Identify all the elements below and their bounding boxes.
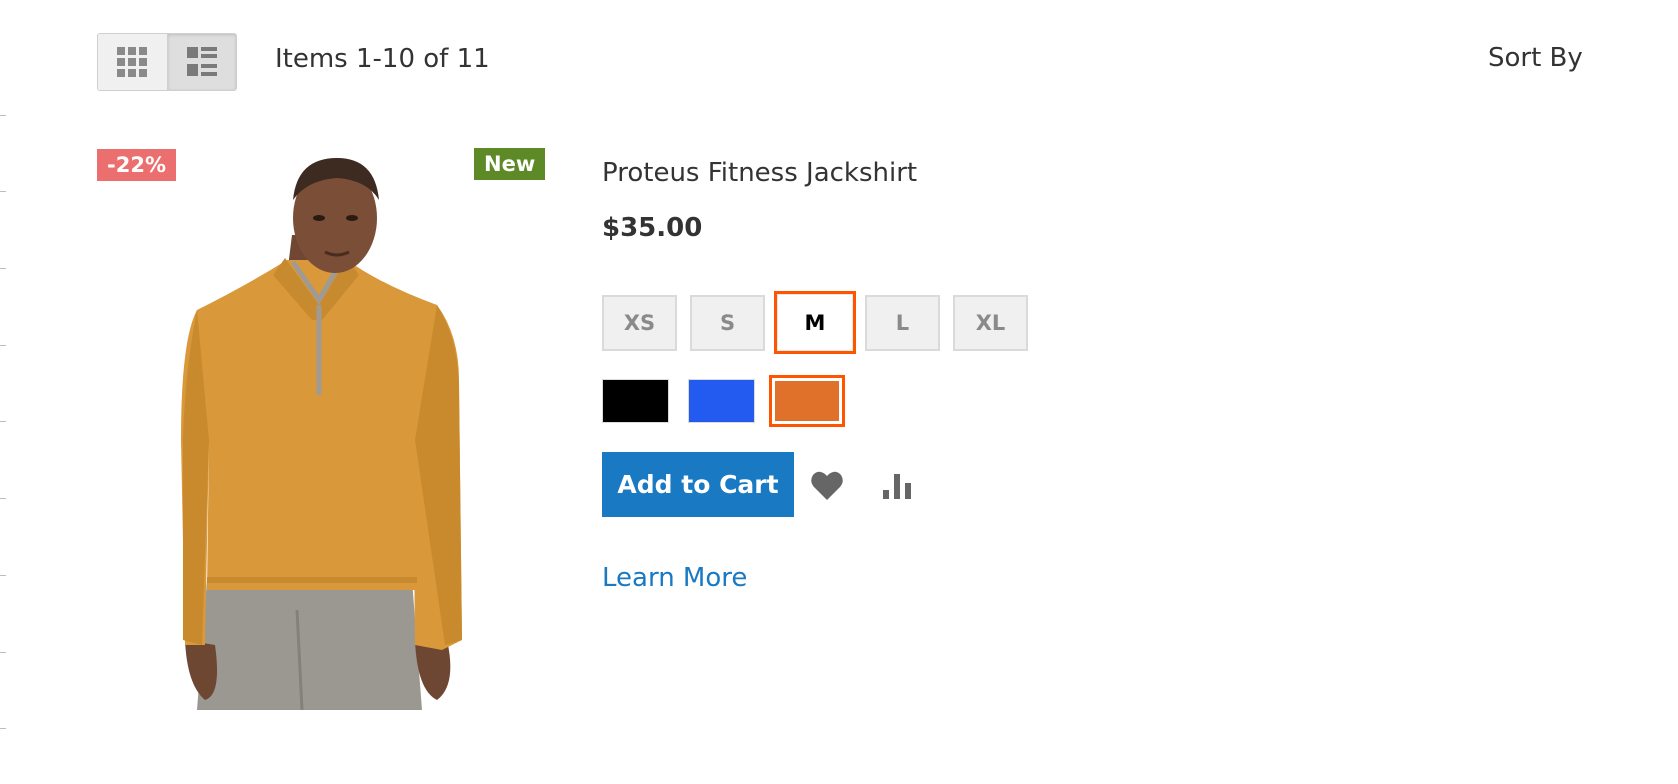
discount-badge: -22% (97, 149, 176, 181)
sorter-label: Sort By (1488, 43, 1583, 73)
product-listing-page: Items 1-10 of 11 Sort By -22% New Proteu… (0, 0, 1678, 784)
size-option-m[interactable]: M (774, 291, 856, 354)
edge-tick (0, 421, 6, 422)
size-option-xs[interactable]: XS (602, 295, 677, 351)
heart-icon (811, 471, 843, 500)
edge-tick (0, 728, 6, 729)
wishlist-button[interactable] (810, 470, 844, 506)
edge-tick (0, 498, 6, 499)
product-price: $35.00 (602, 213, 703, 243)
size-option-l[interactable]: L (865, 295, 940, 351)
edge-tick (0, 345, 6, 346)
add-to-cart-button[interactable]: Add to Cart (602, 452, 794, 517)
color-swatch-blue[interactable] (688, 379, 755, 423)
bar-chart-icon (883, 474, 911, 499)
learn-more-link[interactable]: Learn More (602, 563, 747, 593)
product-photo-illustration (181, 158, 462, 710)
swatch-fill (775, 381, 839, 421)
list-mode-button[interactable] (166, 34, 236, 90)
edge-tick (0, 575, 6, 576)
product-name-link[interactable]: Proteus Fitness Jackshirt (602, 158, 917, 188)
view-mode-switcher (97, 33, 237, 91)
grid-icon (117, 47, 148, 77)
compare-button[interactable] (883, 474, 915, 504)
grid-mode-button[interactable] (98, 34, 167, 90)
color-swatch-orange[interactable] (769, 375, 845, 427)
edge-tick (0, 652, 6, 653)
product-image[interactable] (97, 140, 546, 710)
color-swatch-black[interactable] (602, 379, 669, 423)
new-badge: New (474, 148, 546, 180)
size-option-s[interactable]: S (690, 295, 765, 351)
edge-tick (0, 268, 6, 269)
size-option-xl[interactable]: XL (953, 295, 1028, 351)
edge-tick (0, 115, 6, 116)
toolbar-amount: Items 1-10 of 11 (275, 44, 490, 74)
list-icon (186, 47, 217, 76)
edge-tick (0, 191, 6, 192)
